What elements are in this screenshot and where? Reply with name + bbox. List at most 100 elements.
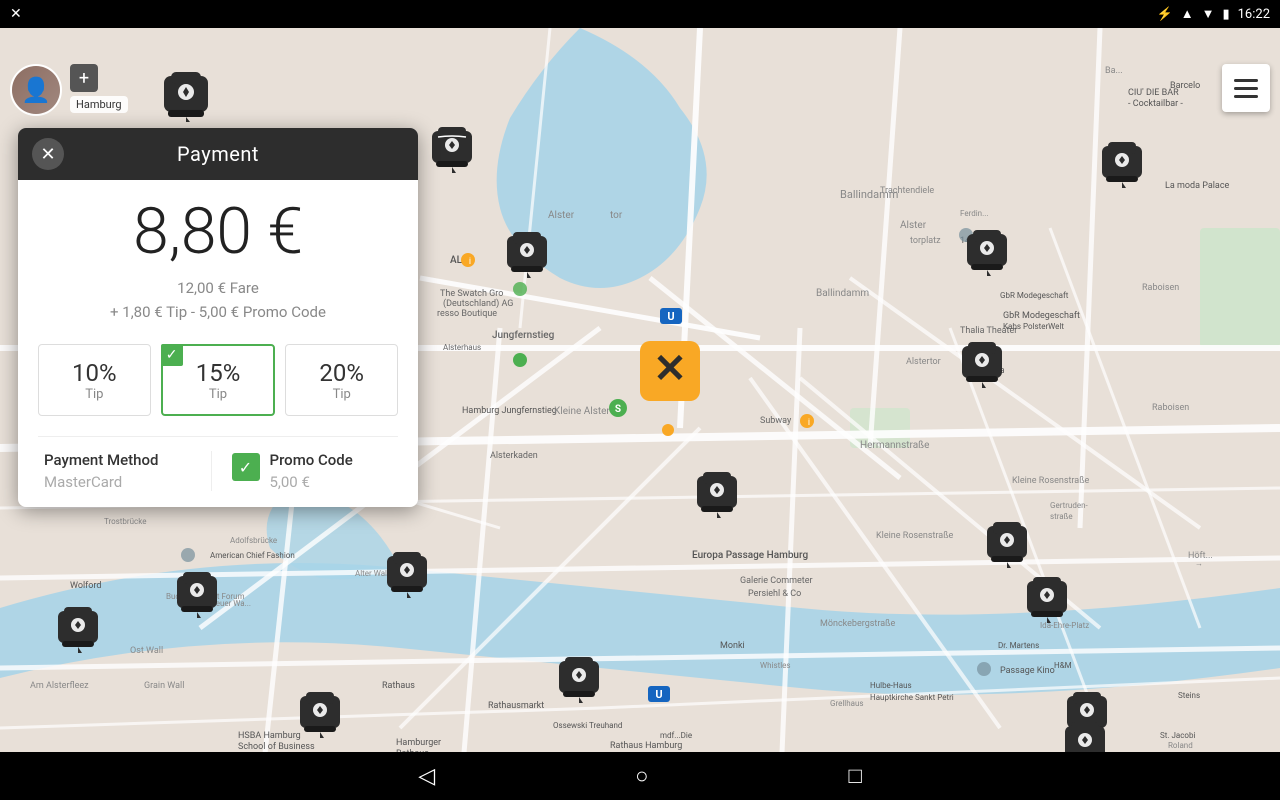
svg-text:S: S bbox=[615, 404, 621, 415]
svg-text:Rathaus Hamburg: Rathaus Hamburg bbox=[610, 741, 682, 751]
svg-text:Hauptkirche Sankt Petri: Hauptkirche Sankt Petri bbox=[870, 693, 954, 702]
cab-marker[interactable] bbox=[298, 688, 342, 738]
svg-text:Trostbrücke: Trostbrücke bbox=[104, 517, 146, 526]
payment-method-col[interactable]: Payment Method MasterCard bbox=[38, 451, 212, 491]
svg-text:Raboisen: Raboisen bbox=[1152, 403, 1189, 413]
svg-text:Monki: Monki bbox=[720, 641, 745, 651]
svg-text:Dr. Martens: Dr. Martens bbox=[998, 641, 1039, 650]
add-button[interactable]: + bbox=[70, 64, 98, 92]
svg-text:Ferdin...: Ferdin... bbox=[960, 209, 988, 218]
svg-text:Kabs PolsterWelt: Kabs PolsterWelt bbox=[1003, 322, 1064, 331]
panel-header: ✕ Payment bbox=[18, 128, 418, 180]
cab-marker[interactable] bbox=[960, 338, 1004, 388]
close-button[interactable]: ✕ bbox=[32, 138, 64, 170]
svg-text:Passage Kino: Passage Kino bbox=[1000, 666, 1055, 676]
back-button[interactable]: ◁ bbox=[418, 764, 435, 789]
cab-marker[interactable] bbox=[985, 518, 1029, 568]
cab-marker[interactable] bbox=[557, 653, 601, 703]
svg-text:Trachtendiele: Trachtendiele bbox=[880, 186, 934, 196]
center-logo-marker: ✕ bbox=[635, 336, 705, 406]
svg-text:Jungfernstieg: Jungfernstieg bbox=[492, 330, 555, 341]
svg-text:GbR Modegeschaft: GbR Modegeschaft bbox=[1000, 291, 1069, 300]
hamburger-icon bbox=[1234, 79, 1258, 98]
svg-text:H&M: H&M bbox=[1054, 661, 1072, 670]
svg-text:Alstertor: Alstertor bbox=[906, 357, 941, 367]
location-label: Hamburg bbox=[70, 96, 128, 113]
svg-text:Hamburg Jungfernstieg: Hamburg Jungfernstieg bbox=[462, 406, 557, 416]
avatar[interactable]: 👤 bbox=[10, 64, 62, 116]
menu-button[interactable] bbox=[1222, 64, 1270, 112]
tip-15-button[interactable]: ✓ 15% Tip bbox=[161, 344, 276, 416]
svg-text:Whistles: Whistles bbox=[760, 661, 791, 670]
svg-text:U: U bbox=[655, 688, 662, 701]
bluetooth-icon: ⚡ bbox=[1157, 7, 1173, 22]
svg-text:Ballindamm: Ballindamm bbox=[816, 288, 869, 299]
svg-text:Roland: Roland bbox=[1168, 741, 1193, 750]
svg-text:Gertruden-: Gertruden- bbox=[1050, 501, 1089, 510]
svg-text:Alsterkaden: Alsterkaden bbox=[490, 451, 538, 461]
svg-text:Kleine Rosenstraße: Kleine Rosenstraße bbox=[876, 531, 954, 541]
svg-text:torplatz: torplatz bbox=[910, 236, 941, 246]
status-bar: ✕ ⚡ ▲ ▼ ▮ 16:22 bbox=[0, 0, 1280, 28]
svg-text:- Cocktailbar -: - Cocktailbar - bbox=[1128, 99, 1183, 109]
cab-marker[interactable] bbox=[695, 468, 739, 518]
svg-text:School of Business: School of Business bbox=[238, 742, 315, 752]
tip-15-check: ✓ bbox=[161, 344, 183, 366]
svg-text:Steins: Steins bbox=[1178, 691, 1200, 700]
cab-marker[interactable] bbox=[965, 226, 1009, 276]
payment-panel: ✕ Payment 8,80 € 12,00 € Fare + 1,80 € T… bbox=[18, 128, 418, 507]
cab-marker[interactable] bbox=[430, 123, 474, 173]
promo-code-col[interactable]: ✓ Promo Code 5,00 € bbox=[212, 451, 399, 491]
tip-20-button[interactable]: 20% Tip bbox=[285, 344, 398, 416]
svg-text:Hamburger: Hamburger bbox=[396, 738, 441, 748]
cab-marker[interactable] bbox=[56, 603, 100, 653]
svg-text:Ba...: Ba... bbox=[1105, 66, 1123, 76]
tip-section: 10% Tip ✓ 15% Tip 20% Tip bbox=[38, 344, 398, 416]
recent-button[interactable]: □ bbox=[848, 763, 861, 789]
svg-text:Alster: Alster bbox=[900, 220, 927, 231]
fare-line2: + 1,80 € Tip - 5,00 € Promo Code bbox=[38, 300, 398, 324]
payment-method-value: MasterCard bbox=[44, 473, 122, 491]
svg-text:Adolfsbrücke: Adolfsbrücke bbox=[230, 536, 277, 545]
svg-text:Galerie Commeter: Galerie Commeter bbox=[740, 576, 813, 586]
price-display: 8,80 € bbox=[38, 200, 398, 264]
panel-title: Payment bbox=[177, 142, 259, 166]
svg-text:Mönckebergstraße: Mönckebergstraße bbox=[820, 619, 895, 629]
svg-text:straße: straße bbox=[1050, 512, 1073, 521]
nav-bar: ◁ ○ □ bbox=[0, 752, 1280, 800]
svg-text:U: U bbox=[667, 310, 674, 323]
tip-10-button[interactable]: 10% Tip bbox=[38, 344, 151, 416]
svg-text:St. Jacobi: St. Jacobi bbox=[1160, 731, 1195, 740]
promo-info: Promo Code 5,00 € bbox=[270, 451, 353, 491]
svg-text:Am Alsterfleez: Am Alsterfleez bbox=[30, 681, 89, 691]
svg-text:La moda Palace: La moda Palace bbox=[1165, 181, 1230, 191]
tip-15-pct: 15% bbox=[196, 359, 241, 387]
svg-text:Ossewski Treuhand: Ossewski Treuhand bbox=[553, 721, 622, 730]
svg-text:Wolford: Wolford bbox=[70, 581, 101, 591]
tip-10-label: Tip bbox=[85, 387, 103, 402]
svg-text:Grellhaus: Grellhaus bbox=[830, 699, 864, 708]
cab-marker[interactable] bbox=[1025, 573, 1069, 623]
wifi-icon: ▼ bbox=[1202, 6, 1215, 22]
home-button[interactable]: ○ bbox=[635, 763, 648, 789]
small-cab-marker[interactable] bbox=[162, 68, 210, 122]
fare-details: 12,00 € Fare + 1,80 € Tip - 5,00 € Promo… bbox=[38, 276, 398, 324]
cab-marker[interactable] bbox=[1100, 138, 1144, 188]
svg-text:tor: tor bbox=[610, 210, 623, 221]
svg-text:Hermannstraße: Hermannstraße bbox=[860, 440, 929, 451]
tip-20-label: Tip bbox=[333, 387, 351, 402]
svg-text:✕: ✕ bbox=[653, 345, 687, 392]
map: U U S Jungfernstieg Alsterkaden ALEX i S… bbox=[0, 28, 1280, 800]
svg-text:Höft...: Höft... bbox=[1188, 551, 1213, 561]
svg-text:Subway: Subway bbox=[760, 416, 792, 426]
cab-marker[interactable] bbox=[505, 228, 549, 278]
cab-marker[interactable] bbox=[175, 568, 219, 618]
svg-text:Rathausmarkt: Rathausmarkt bbox=[488, 701, 544, 711]
cab-marker[interactable] bbox=[385, 548, 429, 598]
svg-text:Grain Wall: Grain Wall bbox=[144, 681, 184, 691]
promo-check-icon: ✓ bbox=[232, 453, 260, 481]
time-display: 16:22 bbox=[1238, 7, 1270, 22]
close-icon: ✕ bbox=[10, 6, 22, 22]
svg-text:(Deutschland) AG: (Deutschland) AG bbox=[443, 298, 513, 309]
signal-icon: ▲ bbox=[1181, 6, 1194, 22]
